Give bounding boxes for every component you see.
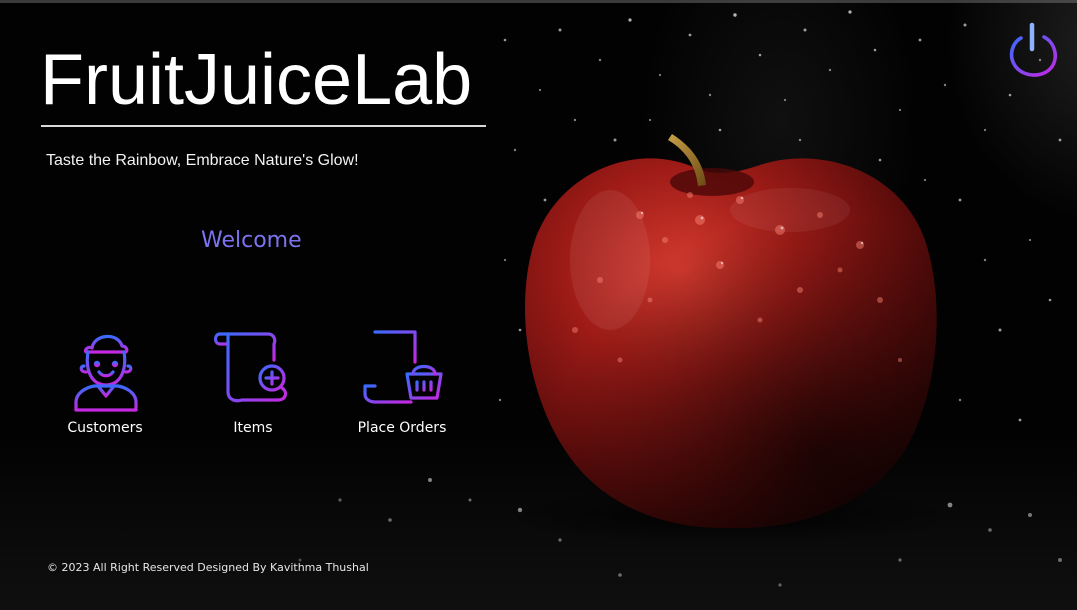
place-orders-label: Place Orders [357,420,447,436]
scroll-document-add-icon [213,332,288,403]
items-label: Items [233,420,273,436]
items-button[interactable]: Items [188,320,318,444]
app-title: FruitJuiceLab [40,40,473,120]
app-window: FruitJuiceLab Taste the Rainbow, Embrace… [0,0,1077,610]
title-divider [41,125,486,127]
tagline: Taste the Rainbow, Embrace Nature's Glow… [46,152,359,169]
place-orders-button[interactable]: Place Orders [337,320,467,444]
power-icon[interactable] [1006,21,1060,79]
order-form-basket-icon [363,330,443,404]
welcome-heading: Welcome [201,228,302,253]
customers-button[interactable]: Customers [40,320,170,444]
footer-copyright: © 2023 All Right Reserved Designed By Ka… [47,561,369,574]
customer-avatar-icon [74,334,138,412]
customers-label: Customers [67,420,143,436]
